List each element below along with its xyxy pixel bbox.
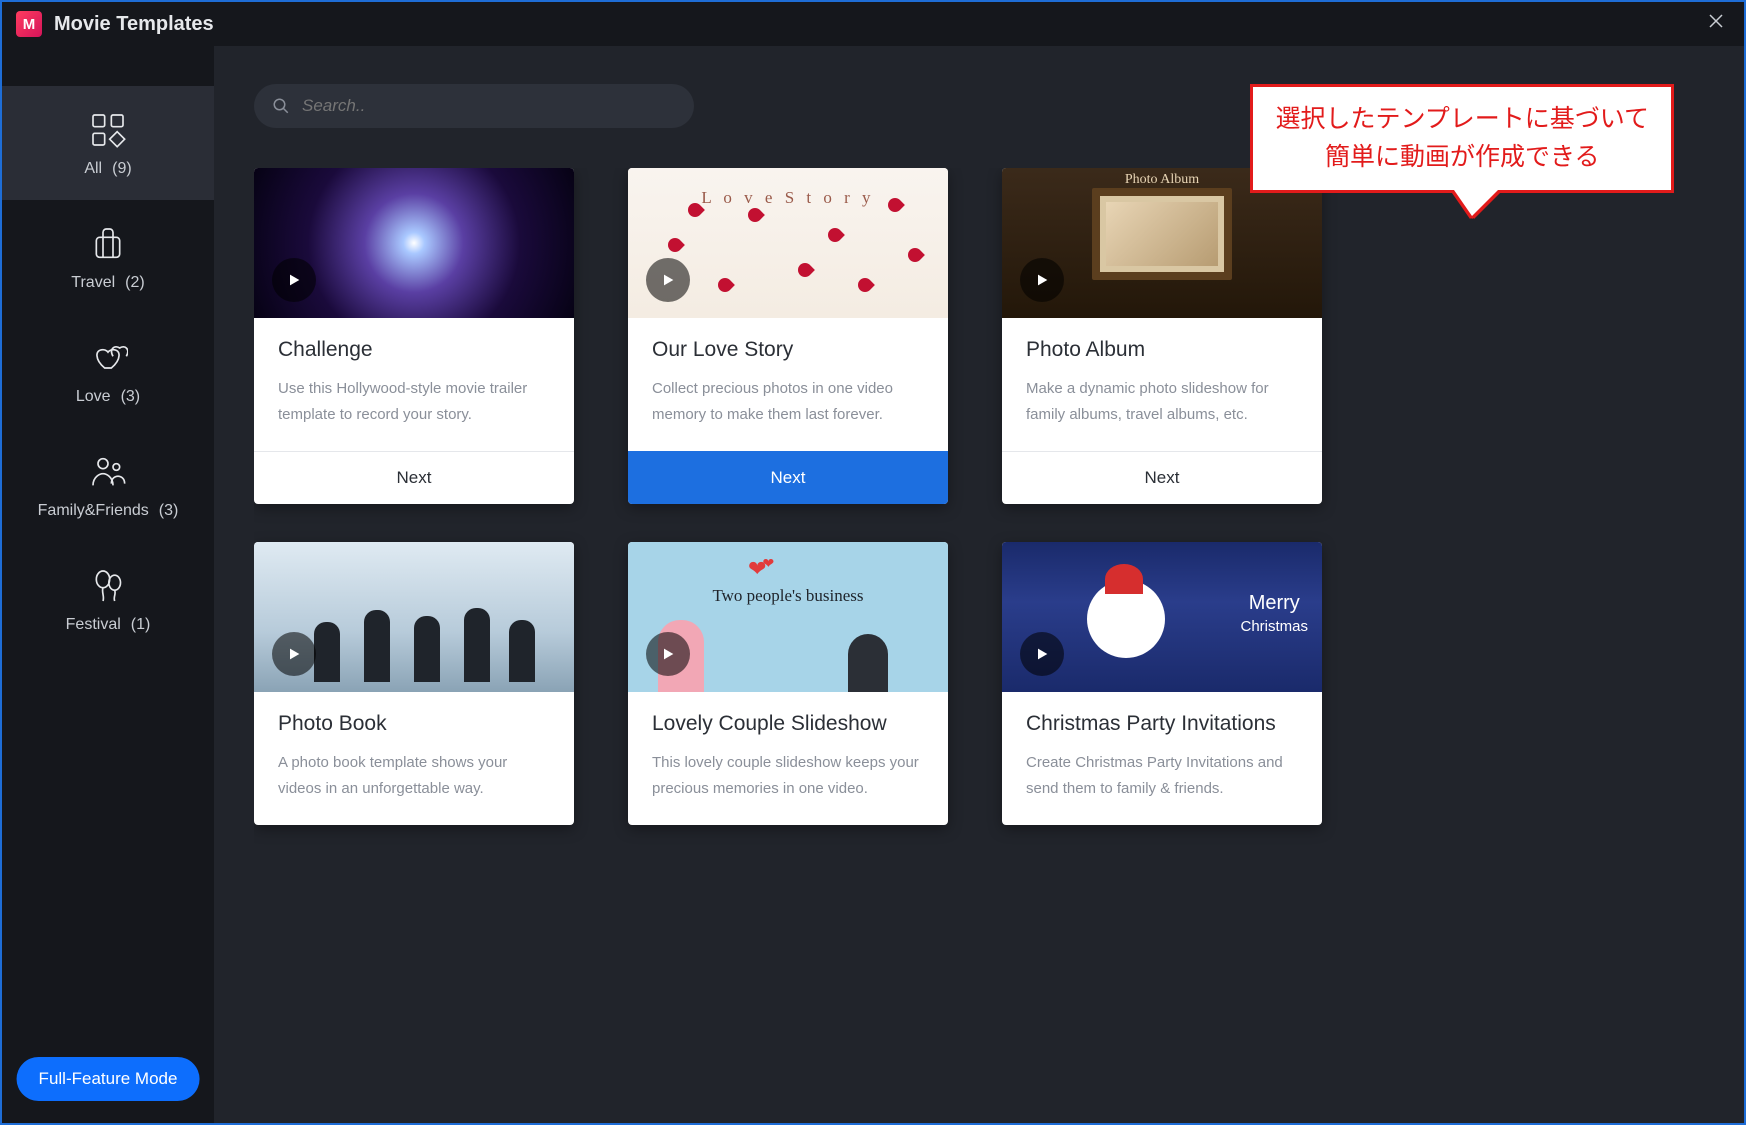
- play-button[interactable]: [272, 258, 316, 302]
- play-icon: [660, 272, 676, 288]
- template-description: Make a dynamic photo slideshow for famil…: [1026, 376, 1298, 427]
- suitcase-icon: [88, 224, 128, 264]
- grid-icon: [88, 110, 128, 150]
- template-card-lovely-couple[interactable]: ❤❤ Two people's business Lovely Couple S…: [628, 542, 948, 825]
- play-button[interactable]: [1020, 632, 1064, 676]
- template-title: Photo Album: [1026, 338, 1298, 362]
- app-logo-icon: M: [16, 11, 42, 37]
- search-icon: [272, 97, 290, 115]
- tooltip-line: 選択したテンプレートに基づいて: [1275, 101, 1649, 139]
- sidebar-item-label: Festival: [66, 616, 121, 634]
- sidebar-item-count: (2): [125, 274, 145, 292]
- boy-decoration: [848, 634, 888, 692]
- template-thumbnail: ❤❤ Two people's business: [628, 542, 948, 692]
- card-body: Our Love Story Collect precious photos i…: [628, 318, 948, 451]
- play-button[interactable]: [646, 632, 690, 676]
- template-thumbnail: [254, 542, 574, 692]
- people-icon: [88, 452, 128, 492]
- template-description: Use this Hollywood-style movie trailer t…: [278, 376, 550, 427]
- template-card-christmas[interactable]: Merry Christmas Christmas Party Invitati…: [1002, 542, 1322, 825]
- card-body: Challenge Use this Hollywood-style movie…: [254, 318, 574, 451]
- play-icon: [286, 646, 302, 662]
- sidebar-item-love[interactable]: Love (3): [2, 314, 214, 428]
- sidebar-item-count: (1): [131, 616, 151, 634]
- template-thumbnail: L o v e S t o r y: [628, 168, 948, 318]
- template-title: Challenge: [278, 338, 550, 362]
- main-panel: 選択したテンプレートに基づいて 簡単に動画が作成できる Challenge Us…: [214, 46, 1744, 1123]
- play-button[interactable]: [1020, 258, 1064, 302]
- photo-frame-decoration: [1092, 188, 1232, 280]
- next-button[interactable]: Next: [1002, 451, 1322, 504]
- template-card-challenge[interactable]: Challenge Use this Hollywood-style movie…: [254, 168, 574, 504]
- sidebar-item-travel[interactable]: Travel (2): [2, 200, 214, 314]
- thumbnail-caption: Two people's business: [628, 586, 948, 606]
- next-button[interactable]: Next: [254, 451, 574, 504]
- sidebar-item-label: Family&Friends: [38, 502, 149, 520]
- play-icon: [286, 272, 302, 288]
- titlebar: M Movie Templates: [2, 2, 1744, 46]
- template-card-love-story[interactable]: L o v e S t o r y Our Love Story Collect…: [628, 168, 948, 504]
- template-title: Christmas Party Invitations: [1026, 712, 1298, 736]
- play-icon: [1034, 272, 1050, 288]
- full-feature-mode-button[interactable]: Full-Feature Mode: [17, 1057, 200, 1101]
- close-button[interactable]: [1702, 12, 1730, 36]
- templates-grid: Challenge Use this Hollywood-style movie…: [254, 168, 1676, 825]
- thumbnail-caption: Merry Christmas: [1240, 592, 1308, 636]
- card-body: Christmas Party Invitations Create Chris…: [1002, 692, 1322, 825]
- template-description: Create Christmas Party Invitations and s…: [1026, 750, 1298, 801]
- play-icon: [1034, 646, 1050, 662]
- template-title: Lovely Couple Slideshow: [652, 712, 924, 736]
- template-thumbnail: Merry Christmas: [1002, 542, 1322, 692]
- template-thumbnail: [254, 168, 574, 318]
- balloons-icon: [88, 566, 128, 606]
- sidebar-item-count: (9): [112, 160, 132, 178]
- template-title: Photo Book: [278, 712, 550, 736]
- close-icon: [1707, 12, 1725, 30]
- card-body: Photo Album Make a dynamic photo slidesh…: [1002, 318, 1322, 451]
- sidebar: All (9) Travel (2) Love (3): [2, 46, 214, 1123]
- card-body: Lovely Couple Slideshow This lovely coup…: [628, 692, 948, 825]
- template-description: Collect precious photos in one video mem…: [652, 376, 924, 427]
- play-button[interactable]: [646, 258, 690, 302]
- hint-tooltip: 選択したテンプレートに基づいて 簡単に動画が作成できる: [1250, 84, 1674, 193]
- template-card-photo-album[interactable]: Photo Album Photo Album Make a dynamic p…: [1002, 168, 1322, 504]
- santa-decoration: [1087, 580, 1165, 658]
- sidebar-item-label: All: [84, 160, 102, 178]
- sidebar-item-count: (3): [121, 388, 141, 406]
- sidebar-item-festival[interactable]: Festival (1): [2, 542, 214, 656]
- template-description: A photo book template shows your videos …: [278, 750, 550, 801]
- sidebar-item-label: Travel: [71, 274, 115, 292]
- heart-icon: ❤❤: [748, 556, 778, 582]
- template-title: Our Love Story: [652, 338, 924, 362]
- template-card-photo-book[interactable]: Photo Book A photo book template shows y…: [254, 542, 574, 825]
- hearts-icon: [88, 338, 128, 378]
- play-icon: [660, 646, 676, 662]
- tooltip-line: 簡単に動画が作成できる: [1275, 139, 1649, 177]
- play-button[interactable]: [272, 632, 316, 676]
- sidebar-item-family[interactable]: Family&Friends (3): [2, 428, 214, 542]
- sidebar-item-all[interactable]: All (9): [2, 86, 214, 200]
- search-field[interactable]: [254, 84, 694, 128]
- template-description: This lovely couple slideshow keeps your …: [652, 750, 924, 801]
- sidebar-item-label: Love: [76, 388, 111, 406]
- templates-scroll-area[interactable]: Challenge Use this Hollywood-style movie…: [254, 168, 1704, 1123]
- search-input[interactable]: [302, 96, 676, 116]
- sidebar-item-count: (3): [159, 502, 179, 520]
- next-button[interactable]: Next: [628, 451, 948, 504]
- card-body: Photo Book A photo book template shows y…: [254, 692, 574, 825]
- window-title: Movie Templates: [54, 13, 214, 36]
